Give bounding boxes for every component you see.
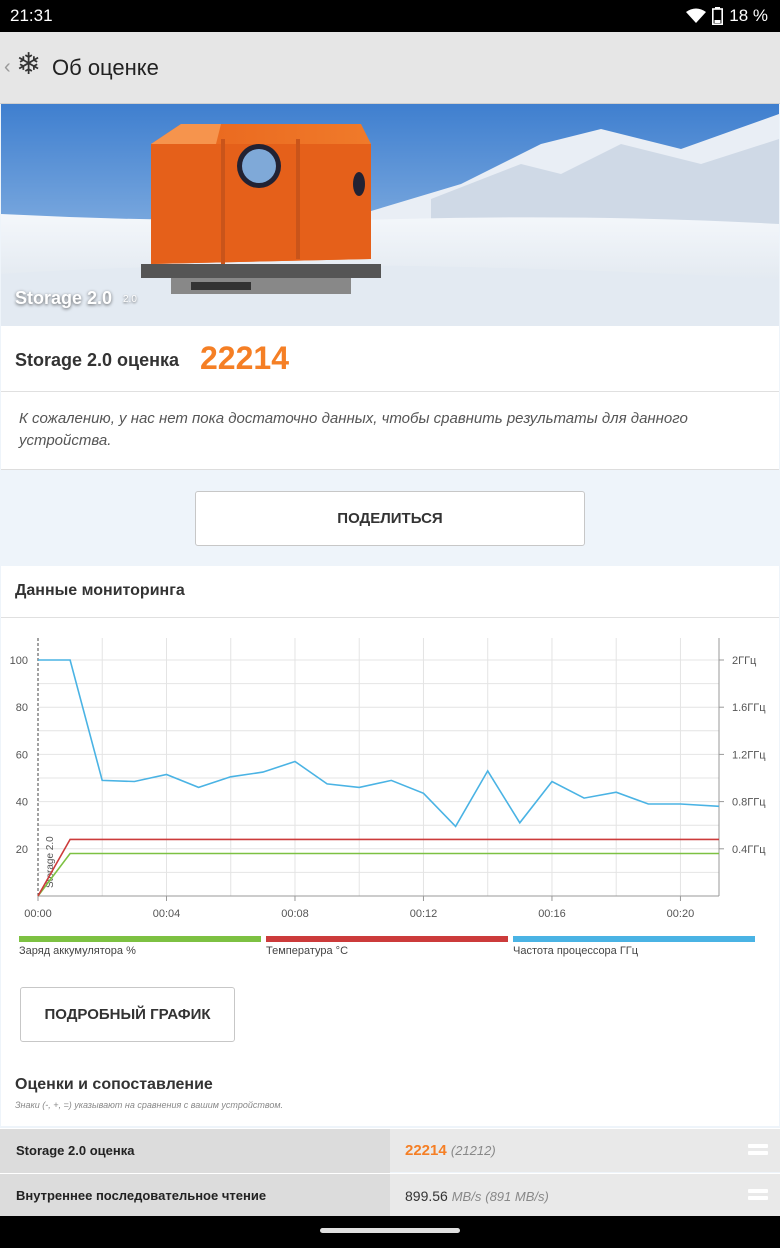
status-bar: 21:31 18 % — [0, 0, 780, 32]
row-value: 899.56 MB/s (891 MB/s) — [405, 1188, 549, 1204]
y-left-tick-label: 60 — [16, 749, 28, 761]
legend-item: Температура °C — [266, 936, 508, 957]
detailed-graph-button[interactable]: ПОДРОБНЫЙ ГРАФИК — [20, 987, 235, 1042]
legend-swatch — [19, 936, 261, 942]
app-bar: ‹ ❄ Об оценке — [0, 32, 780, 104]
x-tick-label: 00:04 — [153, 908, 181, 920]
divider — [1, 391, 779, 392]
compare-row-score[interactable]: Storage 2.0 оценка 22214 (21212) — [0, 1128, 780, 1173]
y-left-tick-label: 80 — [16, 702, 28, 714]
battery-percent: 18 % — [729, 6, 768, 25]
home-handle[interactable] — [320, 1228, 460, 1233]
monitoring-chart: 20 40 60 80 100 0.4ГГц 0.8ГГц 1.2ГГц 1.6ГГц 2ГГц 0… — [10, 638, 766, 920]
hero-version: 2.0 — [123, 294, 137, 305]
status-time: 21:31 — [10, 6, 53, 25]
row-value-number: 899.56 — [405, 1188, 448, 1204]
compare-row-seq-read[interactable]: Внутреннее последовательное чтение 899.5… — [0, 1173, 780, 1218]
y-right-tick-label: 1.2ГГц — [732, 749, 766, 761]
row-reference: (21212) — [450, 1143, 496, 1158]
navigation-bar — [0, 1216, 780, 1248]
score-card: Storage 2.0 оценка 22214 К сожалению, у … — [1, 326, 779, 470]
x-tick-label: 00:16 — [538, 908, 566, 920]
hero-illustration — [1, 104, 779, 326]
score-value: 22214 — [200, 340, 289, 376]
chevron-left-icon[interactable]: ‹ — [4, 56, 11, 79]
compare-title: Оценки и сопоставление — [15, 1076, 213, 1093]
score-label: Storage 2.0 оценка — [15, 350, 180, 370]
row-unit: MB/s — [451, 1189, 482, 1204]
legend-label: Температура °C — [266, 945, 349, 957]
y-right-tick-label: 0.4ГГц — [732, 844, 766, 856]
hero-banner: Storage 2.0 2.0 — [1, 104, 779, 326]
equal-icon — [748, 1144, 768, 1158]
x-tick-label: 00:00 — [24, 908, 52, 920]
series-line-0 — [37, 852, 719, 897]
y-left-tick-label: 40 — [16, 797, 28, 809]
row-reference: (891 MB/s) — [485, 1189, 549, 1204]
series-line-1 — [37, 838, 719, 897]
row-label: Storage 2.0 оценка — [16, 1143, 135, 1158]
legend-swatch — [266, 936, 508, 942]
equal-icon — [748, 1189, 768, 1203]
x-tick-label: 00:20 — [667, 908, 695, 920]
monitoring-card: Данные мониторинга 20 40 60 80 100 0.4ГГц 0.8Г… — [1, 566, 779, 1126]
row-value-number: 22214 — [405, 1142, 447, 1159]
y-left-tick-label: 100 — [10, 655, 28, 667]
hero-title: Storage 2.0 — [15, 288, 113, 308]
y-right-tick-label: 1.6ГГц — [732, 702, 766, 714]
legend-item: Заряд аккумулятора % — [19, 936, 261, 957]
score-message: К сожалению, у нас нет пока достаточно д… — [19, 410, 688, 449]
snowflake-icon[interactable]: ❄ — [16, 50, 41, 80]
y-left-tick-label: 20 — [16, 844, 28, 856]
legend-label: Частота процессора ГГц — [513, 945, 639, 957]
page-title: Об оценке — [52, 55, 159, 80]
legend-item: Частота процессора ГГц — [513, 936, 755, 957]
wifi-icon — [686, 8, 707, 23]
share-button[interactable]: ПОДЕЛИТЬСЯ — [195, 491, 585, 546]
y-right-tick-label: 0.8ГГц — [732, 797, 766, 809]
y-right-tick-label: 2ГГц — [732, 655, 757, 667]
status-indicators: 18 % — [686, 6, 768, 26]
legend-label: Заряд аккумулятора % — [19, 945, 136, 957]
row-value: 22214 (21212) — [405, 1142, 496, 1159]
battery-icon — [712, 7, 724, 25]
compare-note: Знаки (-, +, =) указывают на сравнения с… — [15, 1100, 284, 1110]
x-tick-label: 00:08 — [281, 908, 309, 920]
x-tick-label: 00:12 — [410, 908, 438, 920]
row-label: Внутреннее последовательное чтение — [16, 1188, 267, 1203]
legend-swatch — [513, 936, 755, 942]
